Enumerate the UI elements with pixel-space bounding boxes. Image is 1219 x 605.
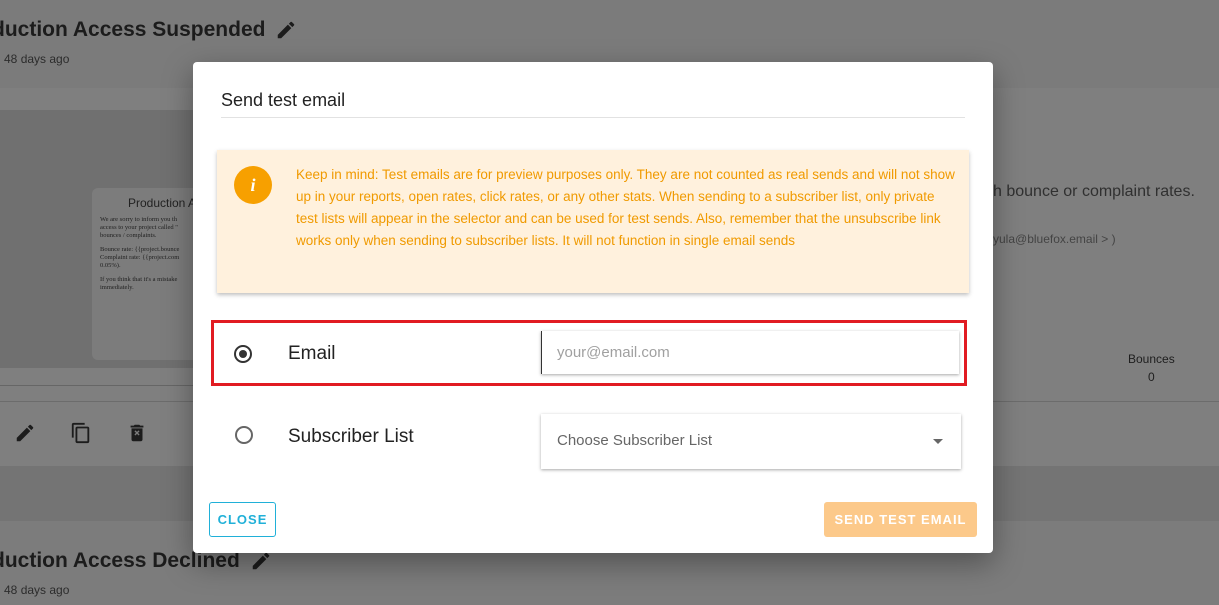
template-card-title: duction Access Suspended (0, 18, 297, 42)
template-preview-email: Production A We are sorry to inform you … (92, 188, 202, 360)
dialog-title: Send test email (221, 90, 346, 110)
copy-icon[interactable] (70, 422, 92, 444)
template-card-subtitle: d 48 days ago (0, 52, 70, 66)
preview-paragraph: Bounce rate: {{project.bounce Complaint … (100, 246, 180, 269)
edit-icon[interactable] (250, 550, 272, 572)
bounces-value: 0 (1148, 370, 1155, 384)
preview-paragraph: If you think that it's a mistake immedia… (100, 276, 178, 291)
preview-heading: Production A (127, 196, 197, 210)
notice-text: Keep in mind: Test emails are for previe… (296, 167, 955, 248)
info-icon: i (234, 166, 272, 204)
email-option-row: Email (211, 320, 967, 386)
subscriber-list-option-row: Subscriber List Choose Subscriber List (211, 404, 967, 474)
preview-paragraph: We are sorry to inform you th access to … (100, 216, 178, 239)
subscriber-list-select[interactable]: Choose Subscriber List (541, 414, 961, 469)
email-input[interactable] (541, 331, 959, 374)
email-option-label[interactable]: Email (288, 343, 336, 365)
info-notice: i Keep in mind: Test emails are for prev… (217, 150, 969, 293)
bounces-label: Bounces (1128, 352, 1175, 366)
divider (0, 385, 200, 386)
divider (221, 117, 965, 118)
select-placeholder: Choose Subscriber List (557, 432, 713, 449)
bounces-stat: Bounces 0 (1128, 352, 1175, 384)
edit-icon[interactable] (14, 422, 36, 444)
email-radio[interactable] (234, 345, 252, 363)
send-test-email-button[interactable]: SEND TEST EMAIL (824, 502, 977, 537)
card-actions (14, 422, 148, 444)
template-sender: yula@bluefox.email > ) (993, 232, 1116, 246)
template-card-subtitle: d 48 days ago (0, 583, 70, 597)
template-description: h bounce or complaint rates. (993, 183, 1195, 200)
chevron-down-icon (933, 439, 943, 444)
close-button[interactable]: CLOSE (209, 502, 276, 537)
delete-icon[interactable] (126, 422, 148, 444)
subscriber-list-option-label[interactable]: Subscriber List (288, 426, 414, 448)
send-test-email-dialog: Send test email i Keep in mind: Test ema… (193, 62, 993, 553)
subscriber-list-radio[interactable] (235, 426, 253, 444)
edit-icon[interactable] (275, 19, 297, 41)
